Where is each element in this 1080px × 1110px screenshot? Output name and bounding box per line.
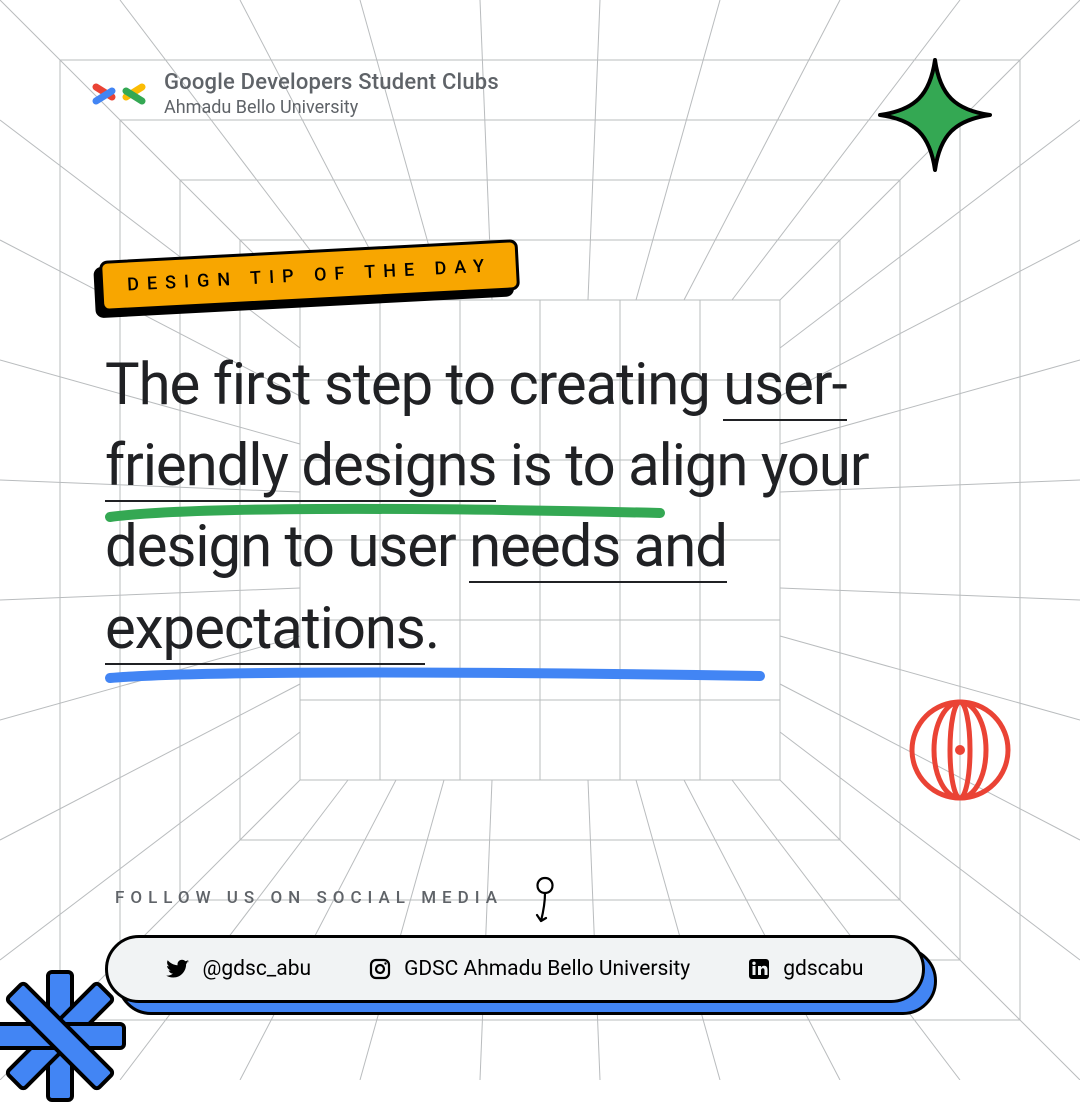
gdsc-header: Google Developers Student Clubs Ahmadu B… (90, 70, 499, 118)
twitter-icon (166, 957, 190, 981)
linkedin-icon (747, 957, 771, 981)
social-linkedin[interactable]: gdscabu (747, 957, 863, 981)
twitter-handle: @gdsc_abu (202, 957, 311, 981)
globe-eye-icon (905, 695, 1015, 809)
instagram-icon (368, 957, 392, 981)
tip-text: The first step to creating user-friendly… (105, 345, 960, 670)
tip-part1: The first step to creating (105, 351, 723, 419)
social-twitter[interactable]: @gdsc_abu (166, 957, 311, 981)
brand-title: Google Developers Student Clubs (164, 70, 499, 95)
tip-tag-label: DESIGN TIP OF THE DAY (99, 239, 520, 312)
tip-part3: . (425, 595, 439, 663)
gdsc-logo-icon (90, 79, 148, 109)
asterisk-burst-icon (0, 966, 130, 1110)
linkedin-handle: gdscabu (783, 957, 863, 981)
curly-arrow-icon (530, 873, 560, 932)
tip-tag: DESIGN TIP OF THE DAY (99, 239, 520, 312)
social-instagram[interactable]: GDSC Ahmadu Bello University (368, 957, 690, 981)
brand-subtitle: Ahmadu Bello University (164, 97, 499, 118)
instagram-handle: GDSC Ahmadu Bello University (404, 957, 690, 981)
follow-us-label: FOLLOW US ON SOCIAL MEDIA (115, 888, 503, 908)
social-pill: @gdsc_abu GDSC Ahmadu Bello University g… (105, 935, 925, 1003)
sparkle-icon (875, 55, 995, 179)
